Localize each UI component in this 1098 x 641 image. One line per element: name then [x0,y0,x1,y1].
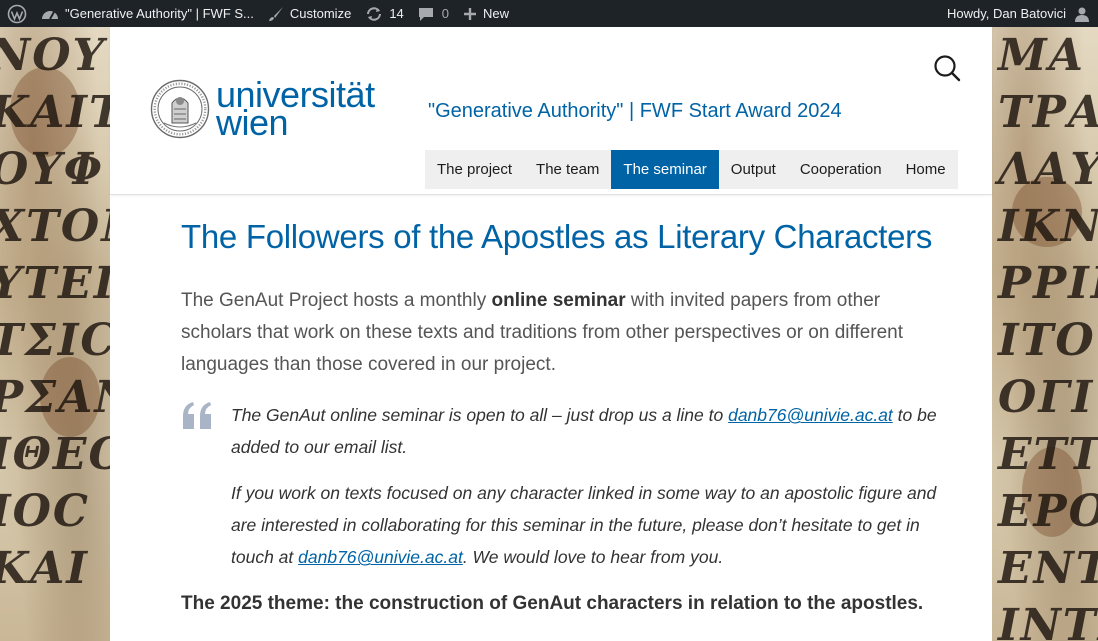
university-wordmark: universität wien [216,76,375,140]
wordpress-menu[interactable] [0,0,34,27]
quote1-text-before: The GenAut online seminar is open to all… [231,405,729,426]
comments-menu[interactable]: 0 [411,0,456,27]
search-icon [934,55,961,82]
updates-menu[interactable]: 14 [358,0,410,27]
quote-icon [183,402,211,430]
my-account-menu[interactable]: Howdy, Dan Batovici [940,0,1098,27]
admin-bar: "Generative Authority" | FWF S... Custom… [0,0,1098,27]
nav-item-the-team[interactable]: The team [524,150,611,189]
blockquote: The GenAut online seminar is open to all… [181,399,941,573]
email-link-2[interactable]: danb76@univie.ac.at [298,547,463,567]
manuscript-background-right: ΜΑ ΤΡΑΡ ΛΑΥ ΙΚΝΑ ΡΡΙΕ ΙΤΟΥ ΟΓΙ ΕΤΤΙ ΕΡΟΙ… [992,27,1098,641]
new-content-menu[interactable]: New [456,0,516,27]
search-button[interactable] [933,54,961,82]
intro-strong: online seminar [491,290,626,312]
site-title[interactable]: "Generative Authority" | FWF Start Award… [428,100,842,123]
comments-count: 0 [441,6,450,21]
dashboard-icon [41,6,59,22]
brush-icon [268,6,284,22]
plus-icon [463,7,477,21]
intro-paragraph: The GenAut Project hosts a monthly onlin… [181,285,941,381]
manuscript-background-left: ΝΟΥ ΚΑΙΤ ΟΥΦ ΧΤΟΝ ΥΤΕΙ ΤΣΙC ΡΣΑΝ ΙΘΕΟ ΙΟ… [0,27,110,641]
theme-heading: The 2025 theme: the construction of GenA… [181,593,924,615]
manuscript-glyphs-right: ΜΑ ΤΡΑΡ ΛΑΥ ΙΚΝΑ ΡΡΙΕ ΙΤΟΥ ΟΓΙ ΕΤΤΙ ΕΡΟΙ… [998,30,1098,641]
university-logo[interactable]: universität wien [150,76,375,141]
page-title: The Followers of the Apostles as Literar… [181,218,933,255]
customize-label: Customize [289,6,352,21]
wordpress-icon [7,4,27,23]
user-avatar-icon [1074,6,1090,22]
nav-item-home[interactable]: Home [894,150,958,189]
nav-item-the-project[interactable]: The project [425,150,524,189]
main-content: The Followers of the Apostles as Literar… [181,218,941,615]
nav-item-the-seminar[interactable]: The seminar [611,150,719,189]
quote-paragraph-2: If you work on texts focused on any char… [231,477,941,573]
site-name-label: "Generative Authority" | FWF S... [65,6,254,21]
primary-nav: The project The team The seminar Output … [425,150,958,189]
nav-item-cooperation[interactable]: Cooperation [788,150,894,189]
site-header: universität wien "Generative Authority" … [110,27,992,195]
quote-paragraph-1: The GenAut online seminar is open to all… [231,399,941,463]
comment-icon [418,6,434,22]
updates-count: 14 [389,6,404,21]
intro-text-before: The GenAut Project hosts a monthly [181,290,492,312]
greeting-label: Howdy, Dan Batovici [947,6,1066,21]
university-seal-icon [150,79,210,139]
nav-item-output[interactable]: Output [719,150,788,189]
new-label: New [483,6,510,21]
email-link-1[interactable]: danb76@univie.ac.at [728,405,893,425]
quote2-text-after: . We would love to hear from you. [462,547,724,568]
updates-icon [365,6,383,22]
customize-menu[interactable]: Customize [261,0,358,27]
page: universität wien "Generative Authority" … [110,27,992,641]
manuscript-glyphs-left: ΝΟΥ ΚΑΙΤ ΟΥΦ ΧΤΟΝ ΥΤΕΙ ΤΣΙC ΡΣΑΝ ΙΘΕΟ ΙΟ… [0,30,110,594]
site-name-menu[interactable]: "Generative Authority" | FWF S... [34,0,261,27]
